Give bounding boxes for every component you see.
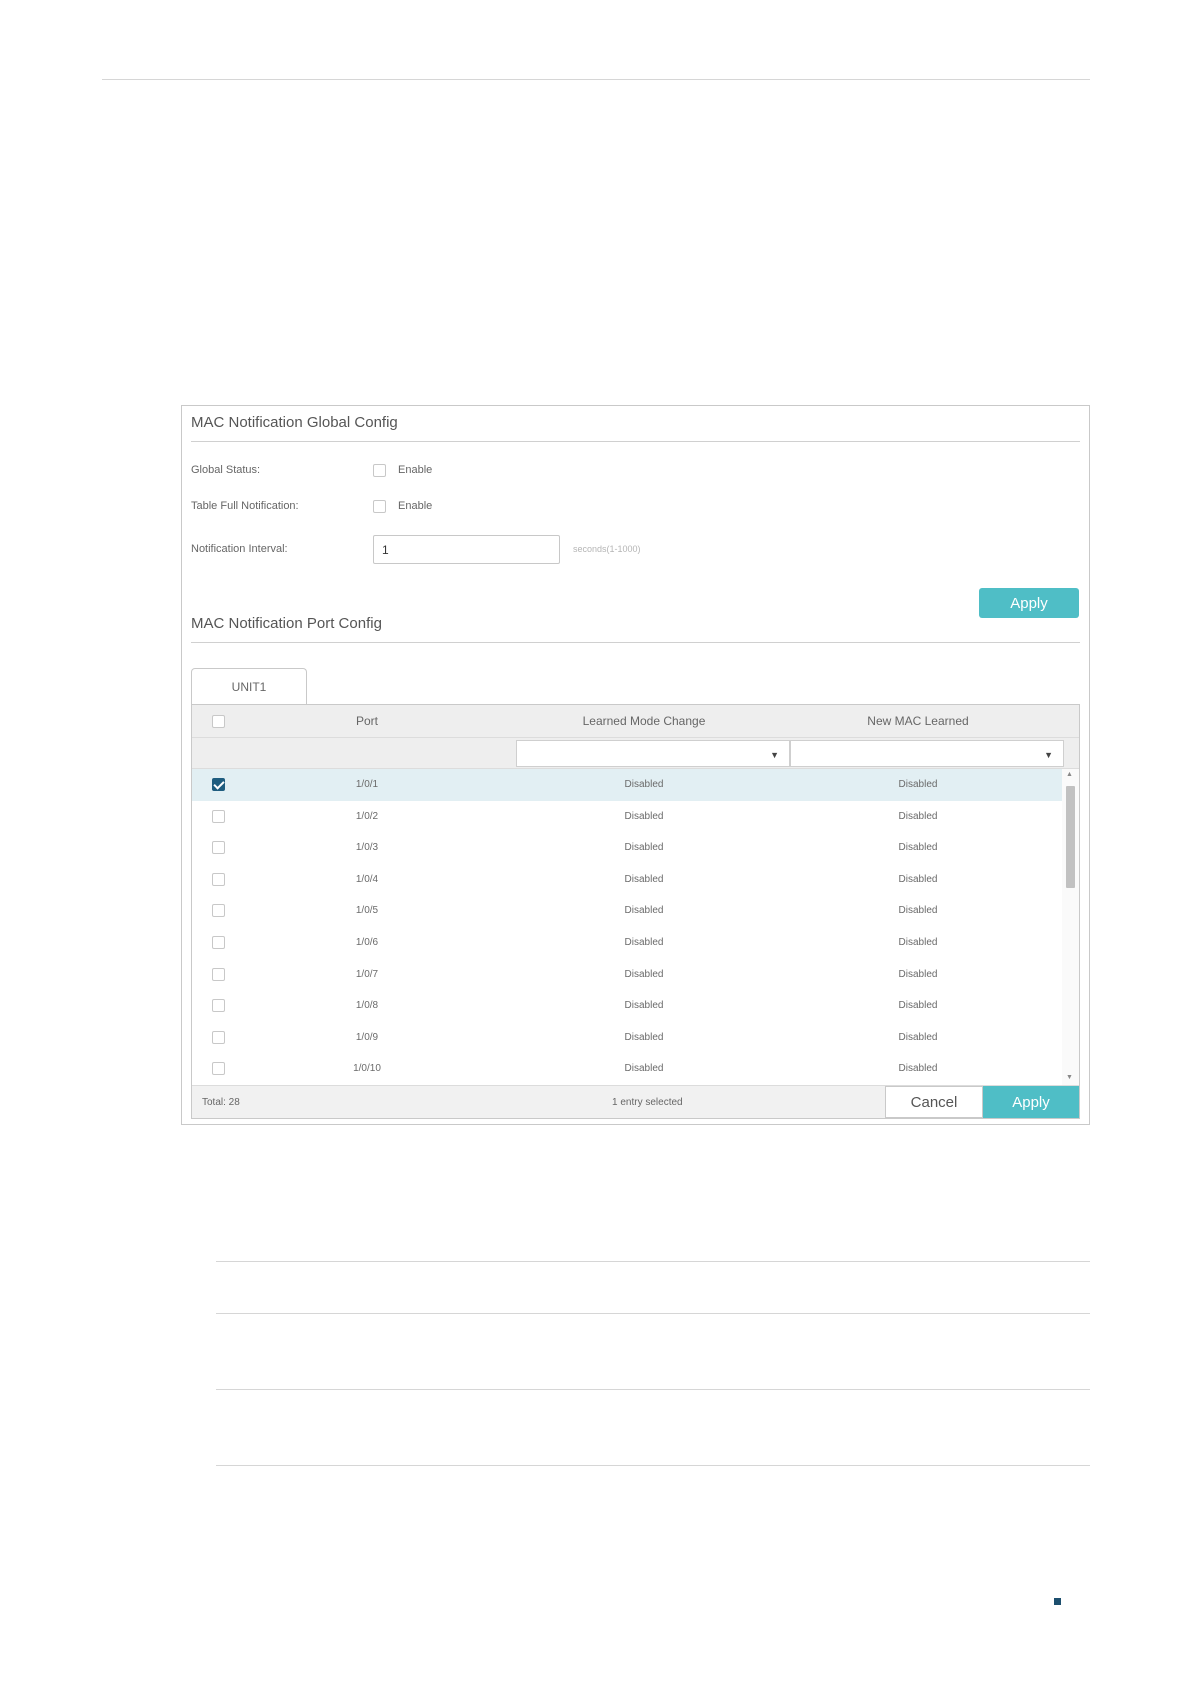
interval-input[interactable] bbox=[373, 535, 560, 564]
total-count: Total: 28 bbox=[202, 1097, 240, 1108]
cell-learned-mode-change: Disabled bbox=[624, 1031, 664, 1043]
port-config-title: MAC Notification Port Config bbox=[191, 615, 382, 632]
row-checkbox[interactable] bbox=[212, 904, 225, 918]
cell-learned-mode-change: Disabled bbox=[624, 779, 664, 790]
port-apply-button[interactable]: Apply bbox=[983, 1086, 1079, 1118]
cell-port: 1/0/6 bbox=[355, 937, 379, 948]
chevron-down-icon: ▼ bbox=[770, 750, 779, 760]
global-apply-button[interactable]: Apply bbox=[979, 588, 1079, 618]
table-full-label: Table Full Notification: bbox=[191, 500, 299, 512]
cell-learned-mode-change: Disabled bbox=[624, 842, 664, 854]
select-all-checkbox[interactable] bbox=[212, 715, 225, 728]
row-checkbox[interactable] bbox=[212, 1062, 225, 1076]
cell-new-mac-learned: Disabled bbox=[898, 842, 938, 854]
table-row[interactable]: 1/0/9 Disabled Disabled bbox=[192, 1022, 1062, 1054]
cell-learned-mode-change: Disabled bbox=[624, 905, 664, 917]
new-mac-learned-select[interactable]: ▼ bbox=[790, 740, 1064, 767]
doc-table-rule bbox=[216, 1313, 1090, 1314]
cell-new-mac-learned: Disabled bbox=[898, 873, 938, 885]
cell-new-mac-learned: Disabled bbox=[898, 1063, 938, 1075]
cell-learned-mode-change: Disabled bbox=[624, 1063, 664, 1075]
row-checkbox[interactable] bbox=[212, 1030, 225, 1044]
cell-port: 1/0/7 bbox=[355, 968, 379, 980]
cell-new-mac-learned: Disabled bbox=[898, 1000, 938, 1012]
table-row[interactable]: 1/0/2 Disabled Disabled bbox=[192, 801, 1062, 833]
row-checkbox[interactable] bbox=[212, 999, 225, 1013]
filter-row: ▼ ▼ bbox=[192, 738, 1079, 769]
interval-hint: seconds(1-1000) bbox=[573, 544, 641, 554]
global-status-checkbox[interactable] bbox=[373, 464, 386, 477]
table-footer: Total: 28 1 entry selected Cancel Apply bbox=[192, 1085, 1079, 1118]
global-config-rule bbox=[191, 441, 1080, 442]
table-row[interactable]: 1/0/7 Disabled Disabled bbox=[192, 959, 1062, 991]
row-checkbox[interactable] bbox=[212, 841, 225, 855]
cell-new-mac-learned: Disabled bbox=[898, 779, 938, 790]
column-header-port[interactable]: Port bbox=[244, 705, 490, 738]
cell-port: 1/0/10 bbox=[353, 1063, 381, 1075]
doc-table-rule bbox=[216, 1389, 1090, 1390]
cell-learned-mode-change: Disabled bbox=[624, 810, 664, 822]
tab-unit1[interactable]: UNIT1 bbox=[191, 668, 307, 705]
doc-table-rule bbox=[216, 1465, 1090, 1466]
table-scrollbar[interactable]: ▲ ▼ bbox=[1062, 769, 1079, 1085]
row-checkbox[interactable] bbox=[212, 872, 225, 886]
row-checkbox[interactable] bbox=[212, 936, 225, 949]
port-config-rule bbox=[191, 642, 1080, 643]
cell-port: 1/0/3 bbox=[355, 842, 379, 854]
cancel-button[interactable]: Cancel bbox=[885, 1086, 983, 1118]
interval-label: Notification Interval: bbox=[191, 543, 288, 555]
cell-new-mac-learned: Disabled bbox=[898, 968, 938, 980]
table-full-checkbox[interactable] bbox=[373, 500, 386, 513]
selection-count: 1 entry selected bbox=[612, 1097, 683, 1108]
table-row[interactable]: 1/0/4 Disabled Disabled bbox=[192, 864, 1062, 896]
column-header-new-mac-learned[interactable]: New MAC Learned bbox=[790, 705, 1046, 738]
global-status-label: Global Status: bbox=[191, 464, 261, 476]
cell-new-mac-learned: Disabled bbox=[898, 905, 938, 917]
arrow-up-icon[interactable]: ▲ bbox=[1066, 771, 1073, 778]
row-checkbox-checked[interactable] bbox=[212, 778, 225, 791]
table-row[interactable]: 1/0/10 Disabled Disabled bbox=[192, 1053, 1062, 1085]
row-checkbox[interactable] bbox=[212, 967, 225, 981]
chevron-down-icon: ▼ bbox=[1044, 750, 1053, 760]
arrow-down-icon[interactable]: ▼ bbox=[1066, 1074, 1073, 1081]
cell-new-mac-learned: Disabled bbox=[898, 1031, 938, 1043]
table-row[interactable]: 1/0/1 Disabled Disabled bbox=[192, 769, 1062, 801]
cell-port: 1/0/5 bbox=[355, 905, 379, 917]
column-header-learned-mode-change[interactable]: Learned Mode Change bbox=[516, 705, 772, 738]
table-row[interactable]: 1/0/6 Disabled Disabled bbox=[192, 927, 1062, 959]
table-row[interactable]: 1/0/3 Disabled Disabled bbox=[192, 832, 1062, 864]
cell-new-mac-learned: Disabled bbox=[898, 937, 938, 948]
scrollbar-thumb[interactable] bbox=[1066, 786, 1075, 888]
page-header-rule bbox=[102, 79, 1090, 80]
learned-mode-change-select[interactable]: ▼ bbox=[516, 740, 790, 767]
global-config-title: MAC Notification Global Config bbox=[191, 414, 398, 431]
page-marker bbox=[1054, 1598, 1061, 1605]
cell-port: 1/0/8 bbox=[355, 1000, 379, 1012]
doc-table-rule bbox=[216, 1261, 1090, 1262]
cell-port: 1/0/4 bbox=[355, 873, 379, 885]
row-checkbox[interactable] bbox=[212, 809, 225, 823]
mac-notification-panel: MAC Notification Global Config Global St… bbox=[181, 405, 1090, 1125]
table-row[interactable]: 1/0/8 Disabled Disabled bbox=[192, 990, 1062, 1022]
cell-port: 1/0/9 bbox=[355, 1031, 379, 1043]
cell-learned-mode-change: Disabled bbox=[624, 873, 664, 885]
table-body: 1/0/1 Disabled Disabled 1/0/2 Disabled Disabl… bbox=[192, 769, 1062, 1085]
cell-port: 1/0/1 bbox=[355, 779, 379, 790]
port-table: Port Learned Mode Change New MAC Learned… bbox=[191, 704, 1080, 1119]
table-header: Port Learned Mode Change New MAC Learned bbox=[192, 705, 1079, 738]
table-row[interactable]: 1/0/5 Disabled Disabled bbox=[192, 895, 1062, 927]
cell-learned-mode-change: Disabled bbox=[624, 968, 664, 980]
cell-learned-mode-change: Disabled bbox=[624, 1000, 664, 1012]
global-status-enable-label[interactable]: Enable bbox=[398, 464, 432, 476]
cell-new-mac-learned: Disabled bbox=[898, 810, 938, 822]
cell-port: 1/0/2 bbox=[355, 810, 379, 822]
cell-learned-mode-change: Disabled bbox=[624, 937, 664, 948]
table-full-enable-label[interactable]: Enable bbox=[398, 500, 432, 512]
